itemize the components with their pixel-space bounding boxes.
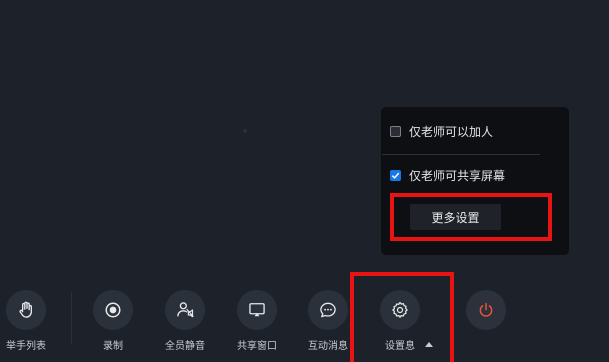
check-icon <box>391 172 400 179</box>
toolbar-label: 互动消息 <box>308 341 348 352</box>
popup-divider <box>382 154 540 155</box>
toolbar-hand-list[interactable]: 举手列表 <box>0 290 55 352</box>
checkbox-checked[interactable] <box>390 169 401 181</box>
hand-button-circle <box>6 290 46 330</box>
toolbar-record[interactable]: 录制 <box>84 290 142 352</box>
toolbar-share-window[interactable]: 共享窗口 <box>228 290 286 352</box>
toolbar-label: 举手列表 <box>6 341 46 352</box>
record-icon <box>105 302 121 318</box>
meeting-stage: 仅老师可以加人 仅老师可共享屏幕 更多设置 举手列表 录制 全员静音 共享窗口 … <box>0 0 609 362</box>
option-label: 仅老师可共享屏幕 <box>409 168 506 183</box>
option-only-teacher-share[interactable]: 仅老师可共享屏幕 <box>390 166 505 184</box>
option-only-teacher-add[interactable]: 仅老师可以加人 <box>390 122 493 140</box>
option-label: 仅老师可以加人 <box>409 124 494 139</box>
share-button-circle <box>237 290 277 330</box>
chat-icon <box>320 302 336 318</box>
power-icon <box>479 302 493 317</box>
share-window-icon <box>249 303 265 317</box>
mute-button-circle <box>165 290 205 330</box>
toolbar-divider <box>71 292 72 344</box>
hand-icon <box>19 301 32 318</box>
highlight-box-settings <box>350 272 454 362</box>
mute-all-icon <box>177 302 194 318</box>
toolbar-mute-all[interactable]: 全员静音 <box>156 290 214 352</box>
toolbar-label: 录制 <box>103 341 123 352</box>
highlight-box-more-settings <box>390 193 552 241</box>
toolbar-label: 全员静音 <box>165 341 205 352</box>
stage-dot <box>243 129 247 133</box>
chat-button-circle <box>308 290 348 330</box>
checkbox-unchecked[interactable] <box>390 125 401 137</box>
toolbar-label: 共享窗口 <box>237 341 277 352</box>
power-button-circle <box>466 290 506 330</box>
toolbar-end-meeting[interactable] <box>457 290 515 330</box>
record-button-circle <box>93 290 133 330</box>
toolbar-messages[interactable]: 互动消息 <box>299 290 357 352</box>
